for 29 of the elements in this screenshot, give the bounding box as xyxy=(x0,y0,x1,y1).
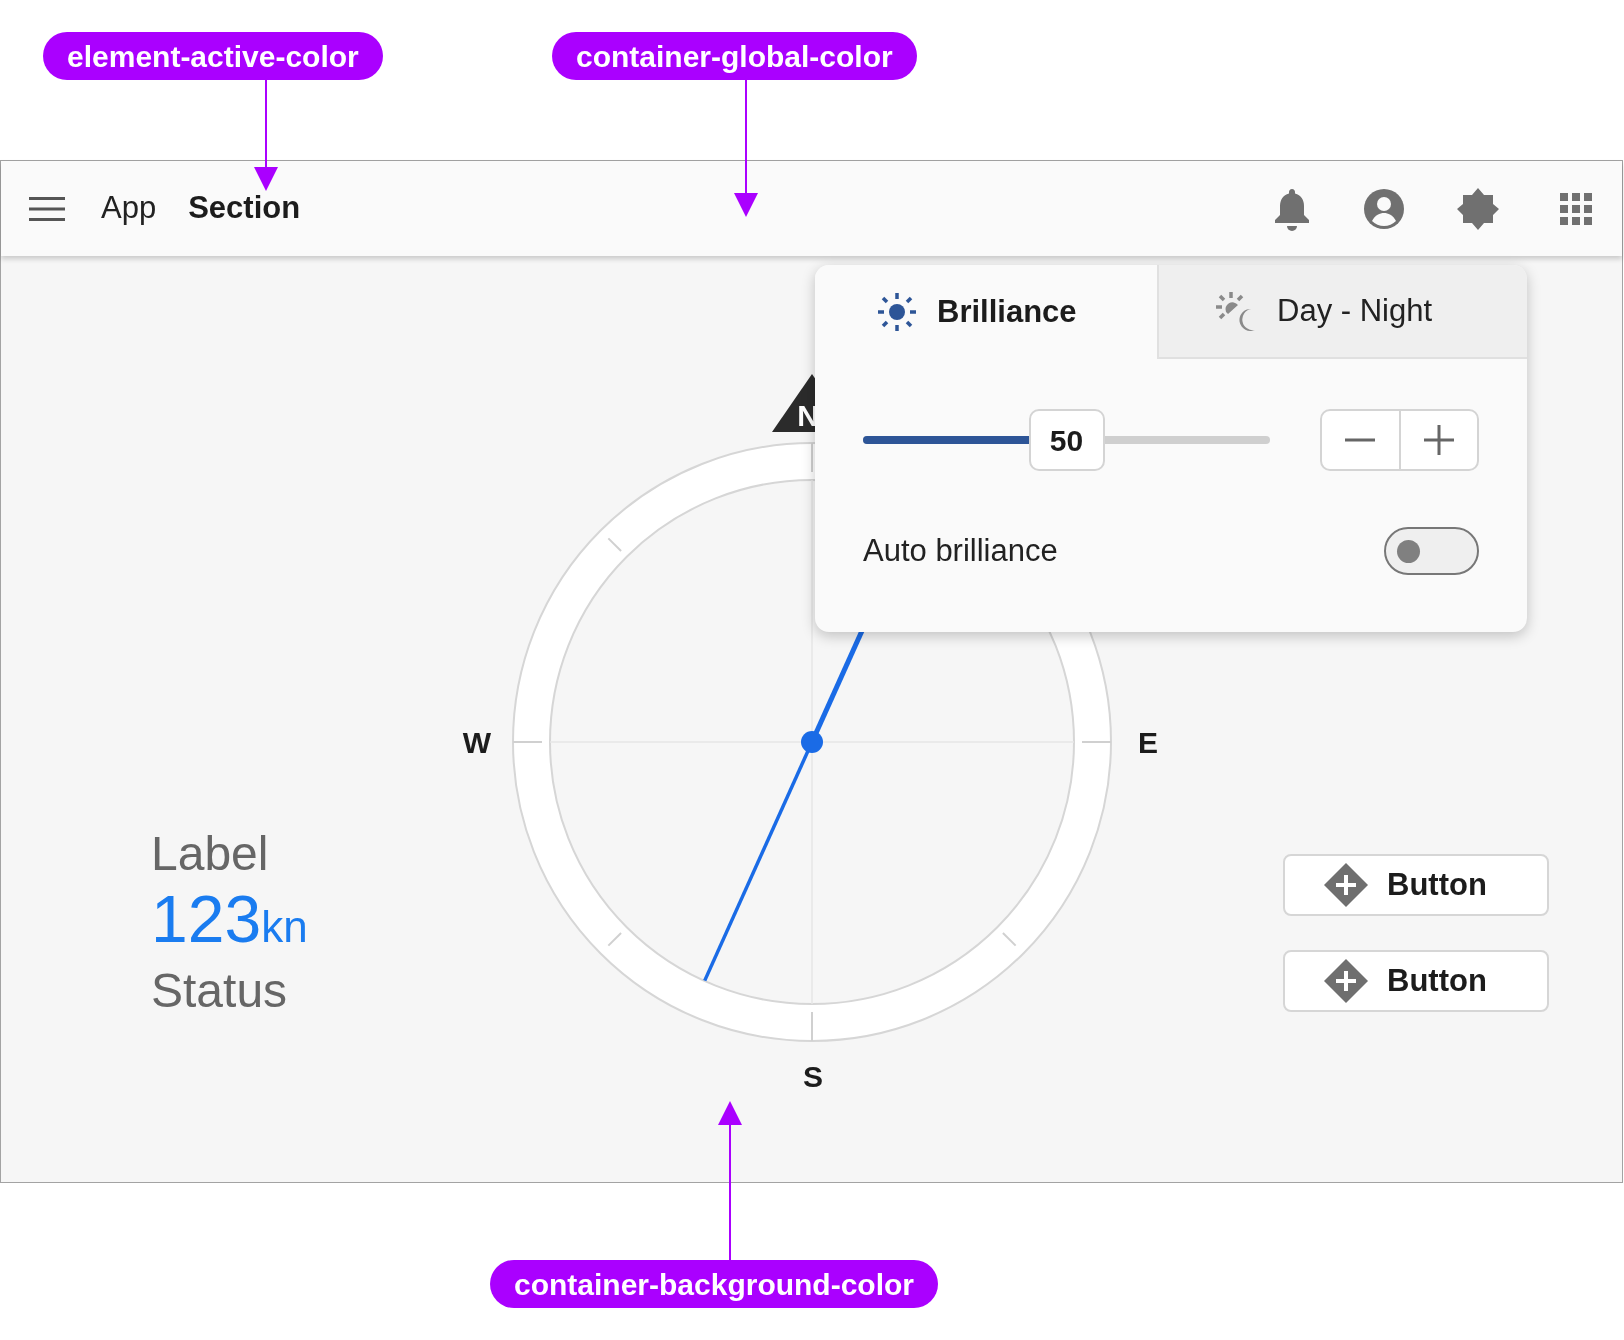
app-grid-icon[interactable] xyxy=(1560,192,1592,225)
readout-value: 123 xyxy=(151,884,262,954)
section-title: Section xyxy=(188,189,301,228)
plus-icon xyxy=(1423,425,1454,455)
app-name: App xyxy=(101,189,157,228)
compass-direction-label: S xyxy=(803,1060,823,1093)
readout-status: Status xyxy=(151,963,289,1019)
annotation-label: container-global-color xyxy=(552,32,917,80)
bell-icon[interactable] xyxy=(1272,186,1312,231)
popup-tab[interactable]: Day - Night xyxy=(1157,265,1527,359)
sun-icon xyxy=(877,292,917,332)
readout-label: Label xyxy=(151,826,270,882)
diamond-plus-icon xyxy=(1323,958,1369,1004)
menu-icon[interactable] xyxy=(29,196,65,221)
auto-brilliance-label: Auto brilliance xyxy=(863,531,1058,570)
compass-direction-label: W xyxy=(462,726,492,759)
compass-direction-label: E xyxy=(1138,726,1158,759)
add-button[interactable]: Button xyxy=(1283,950,1549,1012)
brightness-icon[interactable] xyxy=(1456,186,1500,231)
annotation-label: element-active-color xyxy=(43,32,383,80)
readout-unit: kn xyxy=(261,901,308,953)
user-icon[interactable] xyxy=(1364,188,1404,229)
add-button[interactable]: Button xyxy=(1283,854,1549,916)
slider-thumb[interactable]: 50 xyxy=(1028,409,1105,471)
auto-brilliance-toggle[interactable] xyxy=(1384,527,1479,575)
diamond-plus-icon xyxy=(1323,862,1369,908)
popup-tab[interactable]: Brilliance xyxy=(815,265,1157,359)
annotation-label: container-background-color xyxy=(490,1260,939,1308)
minus-icon xyxy=(1345,438,1376,442)
